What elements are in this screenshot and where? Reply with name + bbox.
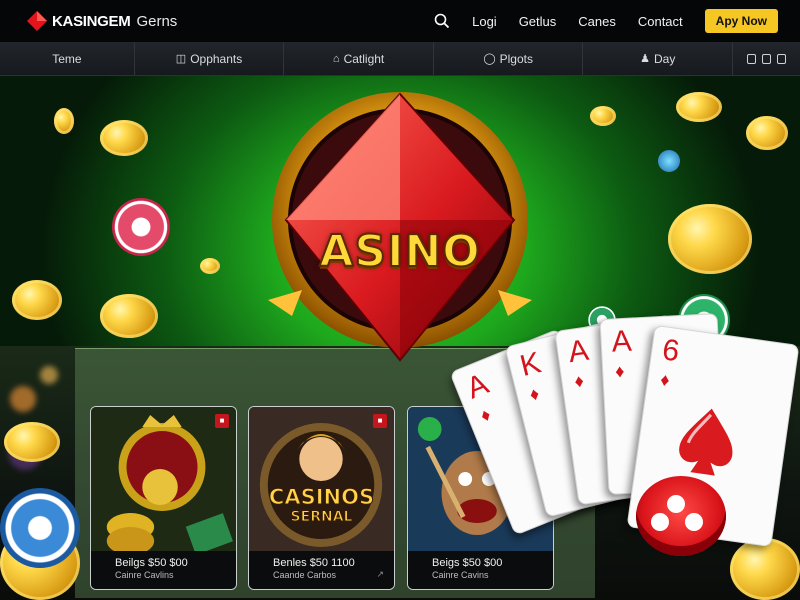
- subnav-label: Plgots: [499, 51, 533, 66]
- game-card-logo: CASINOS SERNAL: [249, 485, 394, 526]
- gold-coin: [12, 280, 62, 320]
- brand-name: KASINGEM: [52, 12, 131, 30]
- diamond-suit-icon: ♦: [477, 404, 494, 427]
- subnav-item-catlight[interactable]: ⌂ Catlight: [284, 42, 434, 75]
- hero-banner: ASINO ■ Beilgs $50 $00 Cainre Cavlins CA…: [0, 76, 800, 600]
- subnav-label: Teme: [52, 51, 82, 66]
- game-badge: ■: [215, 414, 229, 428]
- subnav-item-plgots[interactable]: ◯ Plgots: [434, 42, 584, 75]
- diamond-logo-icon: [27, 11, 47, 31]
- diamond-suit-icon: ♦: [614, 360, 625, 382]
- nav-link-login[interactable]: Logi: [472, 14, 497, 29]
- diamond-suit-icon: ♦: [527, 383, 542, 405]
- poker-chip: [112, 198, 170, 256]
- game-card[interactable]: ■ Beilgs $50 $00 Cainre Cavlins: [90, 406, 237, 590]
- gift-icon: ◫: [175, 53, 187, 65]
- brand-subtitle: Gerns: [136, 12, 178, 30]
- game-card-title: Beigs $50 $00: [432, 557, 503, 569]
- poker-chip: [658, 150, 680, 172]
- diamond-suit-icon: ♦: [573, 370, 586, 392]
- game-card-subtitle: Cainre Cavins: [432, 570, 489, 580]
- home-icon: ⌂: [332, 52, 340, 65]
- spade-suit-icon: [679, 408, 733, 476]
- subnav-item-teme[interactable]: Teme: [0, 42, 135, 75]
- search-icon[interactable]: [434, 13, 450, 29]
- gold-coin: [4, 422, 60, 462]
- gold-coin: [100, 294, 158, 338]
- gold-coin: [100, 120, 148, 156]
- game-card-title: Benles $50 1100: [273, 557, 355, 569]
- subnav-item-opphants[interactable]: ◫ Opphants: [135, 42, 285, 75]
- bokeh-light: [40, 366, 58, 384]
- game-card-subtitle: Cainre Cavlins: [115, 570, 174, 580]
- diamond-suit-icon: ♦: [659, 369, 671, 391]
- chip-marks-icon: [651, 495, 703, 531]
- utility-icons: [733, 53, 800, 64]
- gold-coin: [54, 108, 74, 134]
- game-card-title: Beilgs $50 $00: [115, 557, 188, 569]
- poker-chip: [0, 488, 80, 568]
- nav-link-games[interactable]: Getlus: [519, 14, 557, 29]
- nav-link-contact[interactable]: Contact: [638, 14, 683, 29]
- settings-icon[interactable]: [777, 53, 787, 64]
- game-card-caption: Beigs $50 $00 Cainre Cavins: [408, 551, 553, 589]
- card-rank: A: [610, 324, 633, 359]
- card-rank: 6: [660, 333, 682, 369]
- card-rank: K: [516, 346, 545, 384]
- game-card-caption: Beilgs $50 $00 Cainre Cavlins: [91, 551, 236, 589]
- card-rank: A: [462, 367, 494, 406]
- game-card-art: [91, 407, 236, 557]
- subnav-label: Day: [654, 51, 676, 66]
- top-header: KASINGEM Gerns Logi Getlus Canes Contact…: [0, 0, 800, 42]
- game-badge: ■: [373, 414, 387, 428]
- arrow-icon: ↗: [376, 569, 384, 579]
- gold-coin: [730, 538, 800, 600]
- gold-coin: [746, 116, 788, 150]
- brand-logo[interactable]: KASINGEM Gerns: [26, 10, 177, 32]
- gold-coin: [200, 258, 220, 274]
- nav-link-casino[interactable]: Canes: [578, 14, 616, 29]
- game-card[interactable]: CASINOS SERNAL ■ Benles $50 1100 Caande …: [248, 406, 395, 590]
- game-logo-line-1: CASINOS: [268, 485, 375, 510]
- subnav-item-day[interactable]: ♟ Day: [583, 42, 734, 75]
- poker-chip: [636, 476, 726, 556]
- shield-icon: ◯: [483, 53, 496, 65]
- card-rank: A: [566, 333, 591, 370]
- wallet-icon[interactable]: [762, 53, 772, 64]
- bokeh-light: [10, 386, 36, 412]
- subnav-label: Catlight: [343, 51, 385, 66]
- game-card-caption: Benles $50 1100 Caande Carbos: [249, 551, 394, 589]
- gold-coin: [590, 106, 616, 126]
- gold-coin: [668, 204, 752, 274]
- gold-coin: [676, 92, 722, 122]
- subnav-label: Opphants: [190, 51, 243, 66]
- game-card-art: [249, 407, 394, 557]
- game-logo-line-2: SERNAL: [290, 509, 353, 526]
- category-navigation: Teme ◫ Opphants ⌂ Catlight ◯ Plgots ♟ Da…: [0, 42, 800, 76]
- emblem-title: ASINO: [318, 225, 481, 278]
- apply-now-button[interactable]: Apy Now: [704, 9, 778, 33]
- top-navigation: Logi Getlus Canes Contact Apy Now: [434, 9, 778, 33]
- user-icon: ♟: [640, 53, 650, 65]
- account-icon[interactable]: [747, 53, 757, 64]
